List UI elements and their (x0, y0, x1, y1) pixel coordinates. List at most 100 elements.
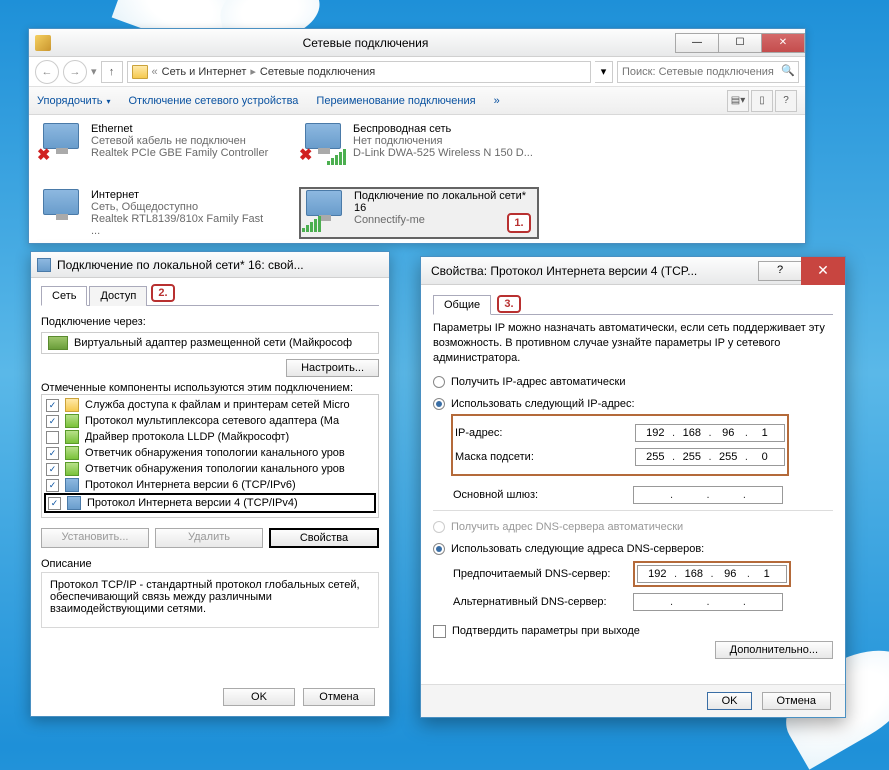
description-title: Описание (41, 558, 379, 570)
connection-device: D-Link DWA-525 Wireless N 150 D... (353, 147, 533, 159)
path-dropdown[interactable]: ▾ (595, 61, 613, 83)
organize-menu[interactable]: Упорядочить (37, 95, 110, 107)
command-bar: Упорядочить Отключение сетевого устройст… (29, 87, 805, 115)
disable-device-button[interactable]: Отключение сетевого устройства (128, 95, 298, 107)
connection-name: Интернет (91, 189, 275, 201)
radio-ip-manual[interactable]: Использовать следующий IP-адрес: (433, 398, 833, 410)
connection-item-internet[interactable]: Интернет Сеть, Общедоступно Realtek RTL8… (37, 187, 277, 239)
connection-properties-window: Подключение по локальной сети* 16: свой.… (30, 251, 390, 717)
dns1-label: Предпочитаемый DNS-сервер: (453, 568, 633, 580)
checkbox-icon[interactable]: ✓ (46, 479, 59, 492)
component-item[interactable]: ✓ Протокол мультиплексора сетевого адапте… (44, 413, 376, 429)
checkbox-icon[interactable]: ✓ (46, 415, 59, 428)
component-label: Протокол Интернета версии 6 (TCP/IPv6) (85, 479, 296, 491)
back-button[interactable]: ← (35, 60, 59, 84)
breadcrumb-item[interactable]: Сеть и Интернет (162, 66, 247, 78)
cancel-button[interactable]: Отмена (303, 688, 375, 706)
ok-button[interactable]: OK (707, 692, 753, 710)
configure-button[interactable]: Настроить... (286, 359, 379, 377)
subnet-mask-input[interactable]: 255. 255. 255. 0 (635, 448, 785, 466)
preview-pane-button[interactable]: ▯ (751, 90, 773, 112)
checkbox-icon[interactable] (46, 431, 59, 444)
connection-item-ethernet[interactable]: ✖ Ethernet Сетевой кабель не подключен R… (37, 121, 277, 165)
help-button[interactable]: ? (758, 261, 802, 281)
connection-item-local-16[interactable]: Подключение по локальной сети* 16 Connec… (299, 187, 539, 239)
install-button[interactable]: Установить... (41, 528, 149, 548)
component-label: Служба доступа к файлам и принтерам сете… (85, 399, 350, 411)
component-item[interactable]: ✓ Ответчик обнаружения топологии канально… (44, 461, 376, 477)
disconnected-icon: ✖ (37, 145, 50, 165)
connection-item-wireless[interactable]: ✖ Беспроводная сеть Нет подключения D-Li… (299, 121, 539, 165)
properties-button[interactable]: Свойства (269, 528, 379, 548)
checkbox-icon[interactable]: ✓ (46, 399, 59, 412)
component-item[interactable]: Драйвер протокола LLDP (Майкрософт) (44, 429, 376, 445)
close-button[interactable]: ✕ (801, 257, 845, 285)
breadcrumb[interactable]: « Сеть и Интернет ▸ Сетевые подключения (127, 61, 591, 83)
callout-1: 1. (507, 213, 531, 233)
tab-network[interactable]: Сеть (41, 286, 87, 306)
connection-name: Подключение по локальной сети* 16 (354, 190, 536, 214)
connect-via-label: Подключение через: (41, 316, 379, 328)
checkbox-icon[interactable]: ✓ (46, 463, 59, 476)
components-list[interactable]: ✓ Служба доступа к файлам и принтерам сет… (41, 394, 379, 518)
connection-name: Ethernet (91, 123, 268, 135)
callout-3: 3. (497, 295, 521, 313)
search-icon: 🔍 (781, 64, 795, 77)
dns2-input[interactable]: . . . (633, 593, 783, 611)
component-item[interactable]: ✓ Протокол Интернета версии 6 (TCP/IPv6) (44, 477, 376, 493)
component-label: Ответчик обнаружения топологии канальног… (85, 447, 345, 459)
checkbox-icon[interactable]: ✓ (46, 447, 59, 460)
titlebar: Подключение по локальной сети* 16: свой.… (31, 252, 389, 278)
radio-dns-auto: Получить адрес DNS-сервера автоматически (433, 521, 833, 533)
ip-address-label: IP-адрес: (455, 427, 635, 439)
component-label: Ответчик обнаружения топологии канальног… (85, 463, 345, 475)
component-item[interactable]: ✓ Служба доступа к файлам и принтерам сет… (44, 397, 376, 413)
connection-device: Realtek RTL8139/810x Family Fast ... (91, 213, 275, 237)
more-button[interactable]: » (494, 95, 500, 107)
checkbox-icon (433, 625, 446, 638)
close-button[interactable]: ✕ (761, 33, 805, 53)
advanced-button[interactable]: Дополнительно... (715, 641, 833, 659)
component-icon (65, 414, 79, 428)
radio-dns-manual[interactable]: Использовать следующие адреса DNS-сервер… (433, 543, 833, 555)
component-label: Протокол мультиплексора сетевого адаптер… (85, 415, 339, 427)
components-label: Отмеченные компоненты используются этим … (41, 382, 379, 394)
maximize-button[interactable]: ☐ (718, 33, 762, 53)
component-label: Протокол Интернета версии 4 (TCP/IPv4) (87, 497, 298, 509)
radio-ip-auto[interactable]: Получить IP-адрес автоматически (433, 376, 833, 388)
dns1-input[interactable]: 192. 168. 96. 1 (637, 565, 787, 583)
component-icon (67, 496, 81, 510)
forward-button[interactable]: → (63, 60, 87, 84)
component-item[interactable]: ✓ Протокол Интернета версии 4 (TCP/IPv4) (44, 493, 376, 513)
window-title: Сетевые подключения (55, 36, 676, 50)
nav-bar: ← → ▾ ↑ « Сеть и Интернет ▸ Сетевые подк… (29, 57, 805, 87)
description-text: Протокол TCP/IP - стандартный протокол г… (41, 572, 379, 628)
rename-connection-button[interactable]: Переименование подключения (316, 95, 475, 107)
component-icon (65, 430, 79, 444)
gateway-input[interactable]: . . . (633, 486, 783, 504)
search-input[interactable] (617, 61, 799, 83)
titlebar: Свойства: Протокол Интернета версии 4 (T… (421, 257, 845, 285)
component-item[interactable]: ✓ Ответчик обнаружения топологии канально… (44, 445, 376, 461)
window-title: Подключение по локальной сети* 16: свой.… (57, 258, 383, 272)
up-button[interactable]: ↑ (101, 61, 123, 83)
cancel-button[interactable]: Отмена (762, 692, 831, 710)
component-icon (65, 398, 79, 412)
ip-address-input[interactable]: 192. 168. 96. 1 (635, 424, 785, 442)
uninstall-button[interactable]: Удалить (155, 528, 263, 548)
help-button[interactable]: ? (775, 90, 797, 112)
connections-list: ✖ Ethernet Сетевой кабель не подключен R… (29, 115, 805, 245)
view-button[interactable]: ▤▾ (727, 90, 749, 112)
tab-general[interactable]: Общие (433, 295, 491, 315)
minimize-button[interactable]: — (675, 33, 719, 53)
ok-button[interactable]: OK (223, 688, 295, 706)
validate-checkbox-row[interactable]: Подтвердить параметры при выходе (433, 625, 833, 638)
connection-status: Сетевой кабель не подключен (91, 135, 268, 147)
tab-access[interactable]: Доступ (89, 286, 147, 306)
titlebar: Сетевые подключения — ☐ ✕ (29, 29, 805, 57)
breadcrumb-item[interactable]: Сетевые подключения (260, 66, 375, 78)
checkbox-icon[interactable]: ✓ (48, 497, 61, 510)
subnet-mask-label: Маска подсети: (455, 451, 635, 463)
window-icon (37, 258, 51, 272)
adapter-icon (48, 336, 68, 350)
